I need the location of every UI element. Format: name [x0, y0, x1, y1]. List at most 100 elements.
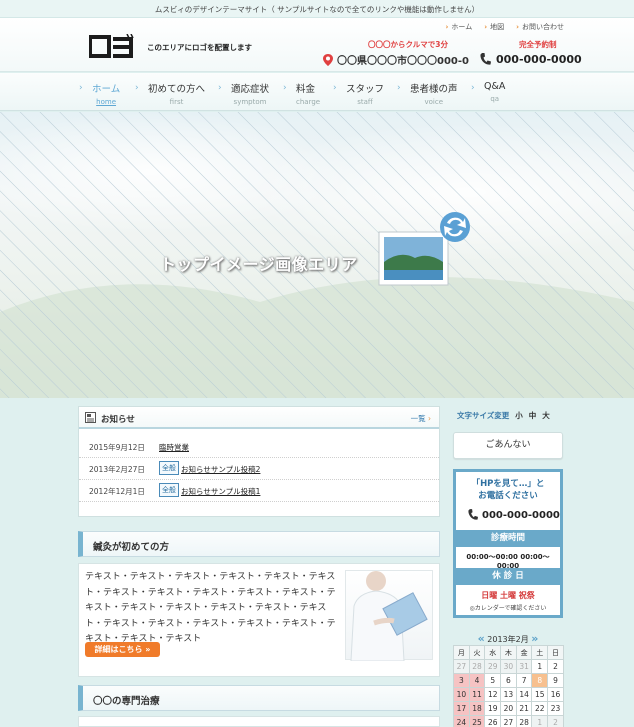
calendar-day: 13: [500, 687, 517, 702]
section-title: 〇〇の専門治療: [93, 696, 160, 707]
calendar-day: 12: [484, 687, 502, 702]
calendar-day: 2: [547, 715, 564, 727]
nav-home[interactable]: › ホーム home: [79, 81, 121, 106]
calendar-day: 21: [515, 701, 533, 716]
news-more-link[interactable]: 一覧 ›: [411, 413, 431, 424]
calendar-day: 5: [484, 673, 502, 688]
nav-charge[interactable]: › 料金 charge: [283, 81, 320, 106]
contact-phone-number[interactable]: 000-000-0000: [482, 510, 560, 521]
detail-button[interactable]: 詳細はこちら »: [85, 642, 160, 657]
calendar-day: 27: [453, 659, 470, 674]
weekday: 金: [515, 645, 533, 660]
news-date: 2012年12月1日: [89, 487, 145, 496]
weekday: 火: [468, 645, 486, 660]
calendar-week: 10 11 12 13 14 15 16: [453, 687, 564, 702]
news-link[interactable]: 臨時営業: [159, 442, 189, 453]
news-more-label: 一覧: [410, 414, 426, 423]
nav-qa[interactable]: › Q&A qa: [471, 81, 505, 103]
calendar-day-today: 8: [531, 673, 549, 688]
calendar-day: 29: [484, 659, 502, 674]
chevron-right-icon: ›: [79, 83, 83, 93]
calendar-week: 3 4 5 6 7 8 9: [453, 673, 564, 688]
nav-first[interactable]: › 初めての方へ first: [135, 81, 206, 106]
nav-label: 初めての方へ: [148, 84, 206, 95]
link-home[interactable]: ホーム: [446, 22, 472, 32]
special-content-strip: [78, 716, 440, 727]
calendar: 月 火 水 木 金 土 日 27 28 29 30 31 1 2 3 4 5 6…: [453, 645, 564, 727]
calendar-day: 26: [484, 715, 502, 727]
chevron-right-icon: ›: [428, 414, 431, 423]
weekday: 水: [484, 645, 502, 660]
nav-sublabel: staff: [357, 98, 373, 106]
weekday: 土: [531, 645, 549, 660]
calendar-note: ◎カレンダーで確認ください: [469, 605, 547, 612]
calendar-day: 30: [500, 659, 517, 674]
global-nav: › ホーム home › 初めての方へ first › 適応症状 symptom…: [0, 73, 634, 111]
phone-number[interactable]: 000-000-0000: [496, 53, 582, 66]
section-heading-first: 鍼灸が初めての方: [78, 531, 440, 557]
closed-label: 休 診 日: [456, 568, 560, 585]
header-phone: 000-000-0000: [480, 53, 582, 66]
first-visit-box: テキスト・テキスト・テキスト・テキスト・テキスト・テキスト・テキスト・テキスト・…: [78, 563, 440, 677]
contact-message: 「HPを見て…」と お電話ください: [456, 478, 560, 502]
weekday: 日: [547, 645, 564, 660]
calendar-week: 24 25 26 27 28 1 2: [453, 715, 564, 727]
calendar-day: 23: [547, 701, 564, 716]
chevron-right-icon: ›: [333, 83, 337, 93]
calendar-day: 27: [500, 715, 517, 727]
hero-image-area: トップイメージ画像エリア: [0, 112, 634, 398]
link-map[interactable]: 地図: [484, 22, 504, 32]
nav-sublabel: qa: [490, 95, 500, 103]
font-size-small[interactable]: 小: [515, 410, 523, 421]
nav-label: 適応症状: [231, 84, 270, 95]
nav-label: 患者様の声: [410, 84, 458, 95]
logo-note: このエリアにロゴを配置します: [147, 43, 252, 52]
chevron-right-icon: ›: [283, 83, 287, 93]
news-row: 2015年9月12日 臨時営業: [79, 436, 439, 458]
top-bar: ムスビィのデザインテーマサイト（ サンプルサイトなので全てのリンクや機能は動作し…: [0, 0, 634, 18]
contact-line2: お電話ください: [478, 491, 538, 501]
first-visit-text: テキスト・テキスト・テキスト・テキスト・テキスト・テキスト・テキスト・テキスト・…: [85, 572, 336, 644]
font-size-large[interactable]: 大: [542, 410, 550, 421]
calendar-day: 3: [453, 673, 470, 688]
nav-label: 料金: [296, 84, 316, 95]
calendar-day: 28: [515, 715, 533, 727]
calendar-day: 11: [468, 687, 486, 702]
calendar-day: 31: [515, 659, 533, 674]
chevron-right-icon: ›: [471, 83, 475, 93]
nav-voice[interactable]: › 患者様の声 voice: [397, 81, 458, 106]
calendar-title: « 2013年2月 »: [453, 632, 563, 645]
calendar-day: 22: [531, 701, 549, 716]
chevron-left-icon[interactable]: «: [478, 632, 485, 645]
link-contact[interactable]: お問い合わせ: [516, 22, 564, 32]
calendar-weekdays: 月 火 水 木 金 土 日: [453, 645, 564, 660]
calendar-day: 1: [531, 659, 549, 674]
font-size-medium[interactable]: 中: [529, 410, 537, 421]
calendar-week: 17 18 19 20 21 22 23: [453, 701, 564, 716]
calendar-month: 2013年2月: [487, 635, 529, 644]
calendar-week: 27 28 29 30 31 1 2: [453, 659, 564, 674]
font-size-switcher: 文字サイズ変更 小 中 大: [457, 410, 550, 421]
guide-button[interactable]: ごあんない: [453, 432, 563, 459]
top-links: ホーム 地図 お問い合わせ: [446, 22, 564, 32]
calendar-day: 14: [515, 687, 533, 702]
news-title: お知らせ: [101, 415, 135, 425]
nav-staff[interactable]: › スタッフ staff: [333, 81, 384, 106]
news-link[interactable]: お知らせサンプル投稿2: [181, 464, 260, 475]
nav-label: ホーム: [92, 84, 121, 95]
calendar-day: 20: [500, 701, 517, 716]
chevron-right-icon[interactable]: »: [531, 632, 538, 645]
map-pin-icon: [323, 53, 333, 66]
news-link[interactable]: お知らせサンプル投稿1: [181, 486, 260, 497]
nav-symptom[interactable]: › 適応症状 symptom: [218, 81, 270, 106]
news-panel: お知らせ 一覧 › 2015年9月12日 臨時営業 2013年2月27日 全般 …: [78, 406, 440, 517]
closed-days: 日曜 土曜 祝祭: [481, 591, 535, 600]
chevron-right-icon: ›: [397, 83, 401, 93]
contact-phone: 000-000-0000: [468, 509, 560, 521]
calendar-day: 17: [453, 701, 470, 716]
contact-line1: 「HPを見て…」と: [471, 479, 545, 489]
logo[interactable]: [88, 33, 135, 60]
weekday: 月: [453, 645, 470, 660]
hours-label: 診療時間: [456, 530, 560, 547]
news-date: 2015年9月12日: [89, 443, 145, 452]
